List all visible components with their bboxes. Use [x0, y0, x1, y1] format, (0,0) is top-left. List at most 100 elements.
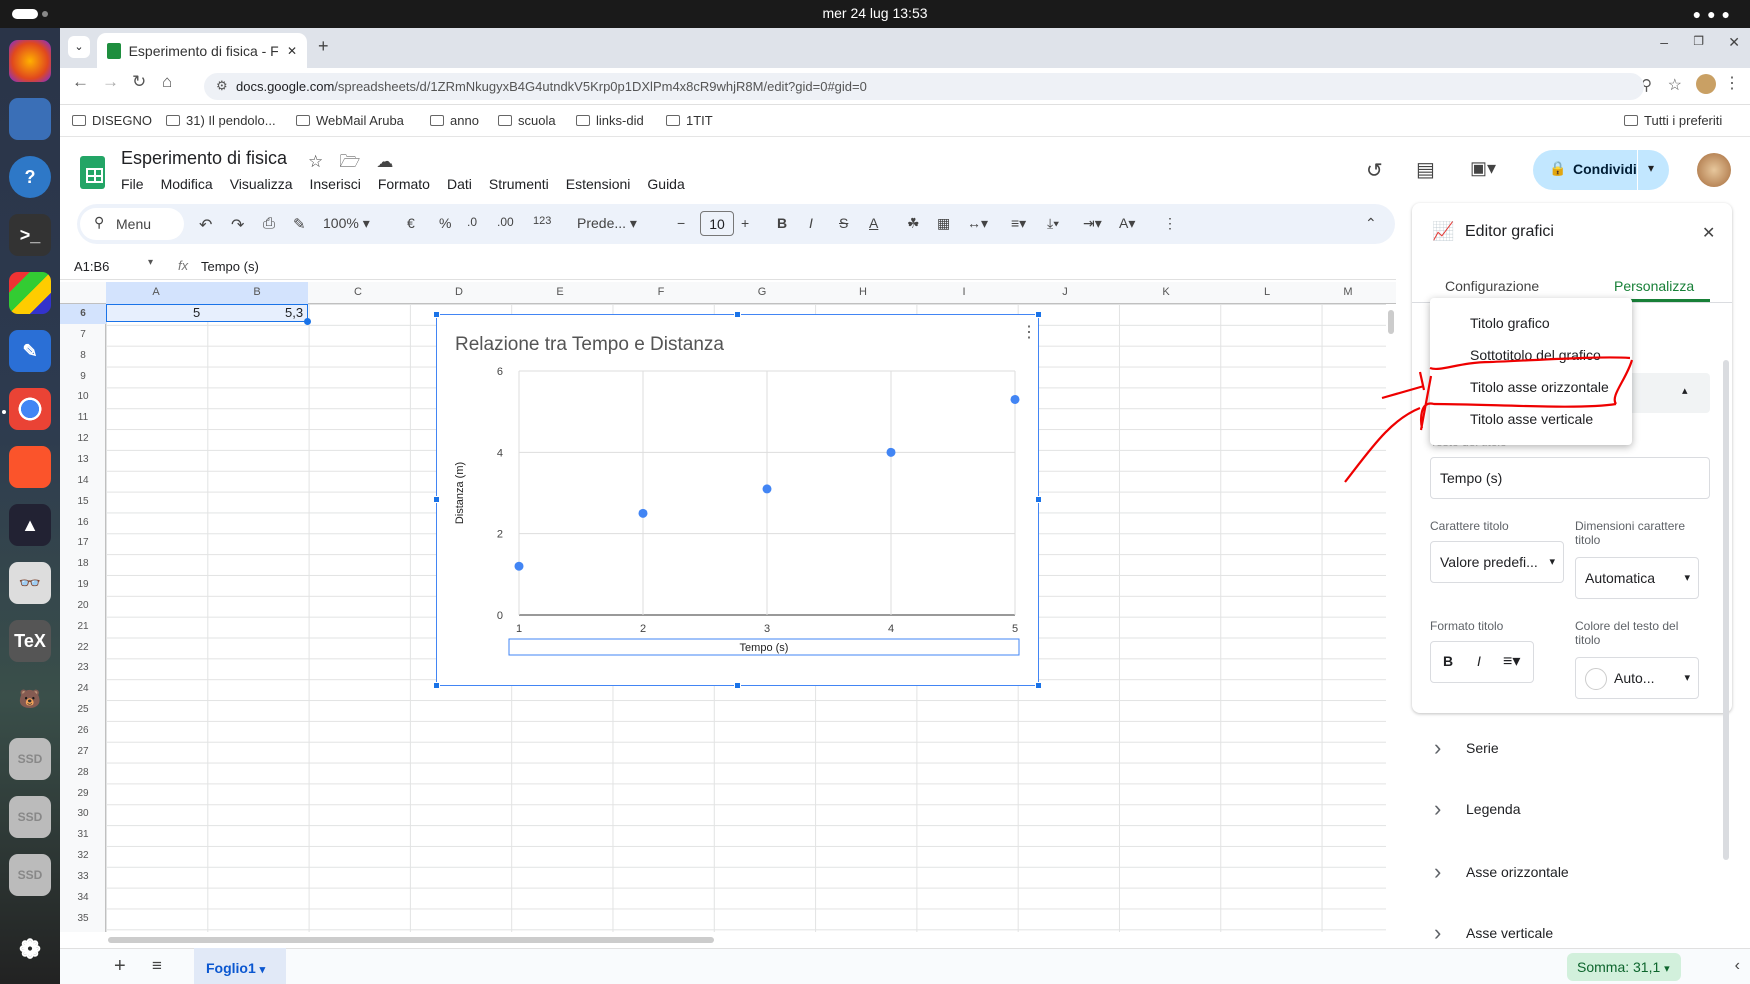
strikethrough-icon[interactable]: S — [839, 215, 848, 231]
horizontal-scrollbar[interactable] — [106, 934, 1396, 946]
row-header[interactable]: 7 — [60, 329, 106, 340]
column-header[interactable]: J — [1015, 286, 1115, 298]
text-color-icon[interactable]: A — [869, 215, 878, 231]
merge-cells-icon[interactable]: ↔▾ — [967, 215, 988, 232]
resize-handle[interactable] — [1035, 496, 1042, 503]
formula-input[interactable]: Tempo (s) — [201, 259, 259, 274]
resize-handle[interactable] — [1035, 682, 1042, 689]
embedded-chart[interactable]: Relazione tra Tempo e Distanza ⋮ 0 2 4 6 1 2 3… — [436, 314, 1039, 686]
site-info-icon[interactable]: ⚙ — [216, 78, 228, 94]
ssd-drive-icon[interactable]: SSD — [9, 738, 51, 780]
row-header[interactable]: 9 — [60, 371, 106, 382]
menu-inserisci[interactable]: Inserisci — [309, 176, 360, 192]
paint-format-icon[interactable]: ✎ — [293, 215, 306, 233]
bookmark-item[interactable]: scuola — [498, 113, 556, 128]
menu-formato[interactable]: Formato — [378, 176, 430, 192]
print-icon[interactable]: ⎙ — [263, 215, 275, 232]
font-size-input[interactable]: 10 — [700, 211, 734, 236]
name-box[interactable]: A1:B6 — [74, 259, 109, 274]
firefox-icon[interactable] — [9, 40, 51, 82]
row-header[interactable]: 34 — [60, 892, 106, 903]
app-grid-icon[interactable] — [9, 272, 51, 314]
chart-menu-icon[interactable]: ⋮ — [1021, 324, 1037, 341]
cell-a6[interactable]: 5 — [193, 305, 200, 320]
redo-icon[interactable]: ↷ — [231, 215, 244, 235]
bookmark-item[interactable]: DISEGNO — [72, 113, 152, 128]
more-tools-icon[interactable]: ⋮ — [1163, 215, 1177, 232]
tab-configurazione[interactable]: Configurazione — [1445, 278, 1539, 294]
bookmark-item[interactable]: anno — [430, 113, 479, 128]
bookmark-star-icon[interactable]: ☆ — [1668, 75, 1682, 95]
column-header[interactable]: I — [914, 286, 1014, 298]
reader-icon[interactable]: 👓 — [9, 562, 51, 604]
section-legenda[interactable]: Legenda — [1434, 796, 1521, 822]
chart-title[interactable]: Relazione tra Tempo e Distanza — [455, 334, 724, 355]
row-header[interactable]: 30 — [60, 808, 106, 819]
column-header[interactable]: C — [308, 286, 408, 298]
reload-icon[interactable]: ↻ — [132, 72, 146, 92]
selected-range[interactable]: 5 5,3 — [106, 304, 311, 325]
resize-handle[interactable] — [433, 496, 440, 503]
version-history-icon[interactable]: ↺ — [1366, 158, 1383, 183]
meet-icon[interactable]: ▣▾ — [1470, 158, 1496, 179]
row-header[interactable]: 27 — [60, 746, 106, 757]
fill-color-icon[interactable]: ☘ — [907, 215, 920, 232]
menu-estensioni[interactable]: Estensioni — [566, 176, 631, 192]
brave-icon[interactable] — [9, 446, 51, 488]
inkscape-icon[interactable]: ▲ — [9, 504, 51, 546]
tab-personalizza[interactable]: Personalizza — [1614, 278, 1694, 294]
column-header[interactable]: L — [1217, 286, 1317, 298]
gimp-icon[interactable]: 🐻 — [9, 678, 51, 720]
help-icon[interactable]: ? — [9, 156, 51, 198]
resize-handle[interactable] — [734, 311, 741, 318]
row-header[interactable]: 22 — [60, 642, 106, 653]
column-header[interactable]: K — [1116, 286, 1216, 298]
back-icon[interactable]: ← — [72, 72, 89, 92]
title-align-icon[interactable]: ≡▾ — [1503, 651, 1520, 671]
row-header[interactable]: 29 — [60, 788, 106, 799]
title-text-input[interactable]: Tempo (s) — [1430, 457, 1710, 499]
add-sheet-icon[interactable]: + — [114, 955, 126, 978]
vertical-align-icon[interactable]: ⤓▾ — [1047, 215, 1059, 232]
row-header[interactable]: 15 — [60, 496, 106, 507]
row-header[interactable]: 28 — [60, 767, 106, 778]
restore-icon[interactable]: ❐ — [1693, 34, 1704, 48]
title-bold-icon[interactable]: B — [1443, 653, 1453, 669]
all-bookmarks-folder[interactable]: Tutti i preferiti — [1624, 113, 1722, 128]
sum-indicator[interactable]: Somma: 31,1 ▾ — [1567, 953, 1681, 981]
row-header[interactable]: 25 — [60, 704, 106, 715]
dropdown-item-titolo-grafico[interactable]: Titolo grafico — [1470, 315, 1550, 331]
row-header[interactable]: 18 — [60, 558, 106, 569]
font-select[interactable]: Prede... ▾ — [577, 215, 637, 232]
menu-file[interactable]: File — [121, 176, 144, 192]
chrome-icon[interactable] — [9, 388, 51, 430]
row-header[interactable]: 17 — [60, 537, 106, 548]
close-panel-icon[interactable]: ✕ — [1702, 223, 1715, 243]
name-box-dropdown-icon[interactable]: ▾ — [148, 257, 153, 268]
row-header[interactable]: 16 — [60, 517, 106, 528]
dropdown-item-titolo-asse-orizzontale[interactable]: Titolo asse orizzontale — [1470, 379, 1609, 395]
row-header[interactable]: 33 — [60, 871, 106, 882]
menu-dati[interactable]: Dati — [447, 176, 472, 192]
star-icon[interactable]: ☆ — [308, 152, 339, 171]
close-window-icon[interactable]: ✕ — [1728, 34, 1740, 51]
section-serie[interactable]: Serie — [1434, 735, 1499, 761]
browser-tab-active[interactable]: Esperimento di fisica - Fo ✕ — [97, 33, 307, 68]
profile-avatar[interactable] — [1696, 74, 1716, 94]
close-tab-icon[interactable]: ✕ — [287, 44, 297, 58]
sheets-logo-icon[interactable] — [80, 156, 105, 189]
row-header[interactable]: 13 — [60, 454, 106, 465]
increase-decimal-button[interactable]: .00 — [497, 215, 514, 229]
fill-handle[interactable] — [304, 318, 311, 325]
panel-scrollbar[interactable] — [1723, 360, 1729, 860]
section-asse-verticale[interactable]: Asse verticale — [1434, 920, 1553, 946]
row-header[interactable]: 11 — [60, 412, 106, 423]
system-clock[interactable]: mer 24 lug 13:53 — [0, 5, 1750, 21]
bookmark-item[interactable]: 31) Il pendolo... — [166, 113, 276, 128]
home-icon[interactable]: ⌂ — [162, 72, 172, 92]
row-header[interactable]: 35 — [60, 913, 106, 924]
resize-handle[interactable] — [433, 682, 440, 689]
comments-icon[interactable]: ▤ — [1416, 157, 1435, 182]
row-header[interactable]: 6 — [60, 304, 106, 324]
font-size-increase-icon[interactable]: + — [741, 215, 749, 231]
